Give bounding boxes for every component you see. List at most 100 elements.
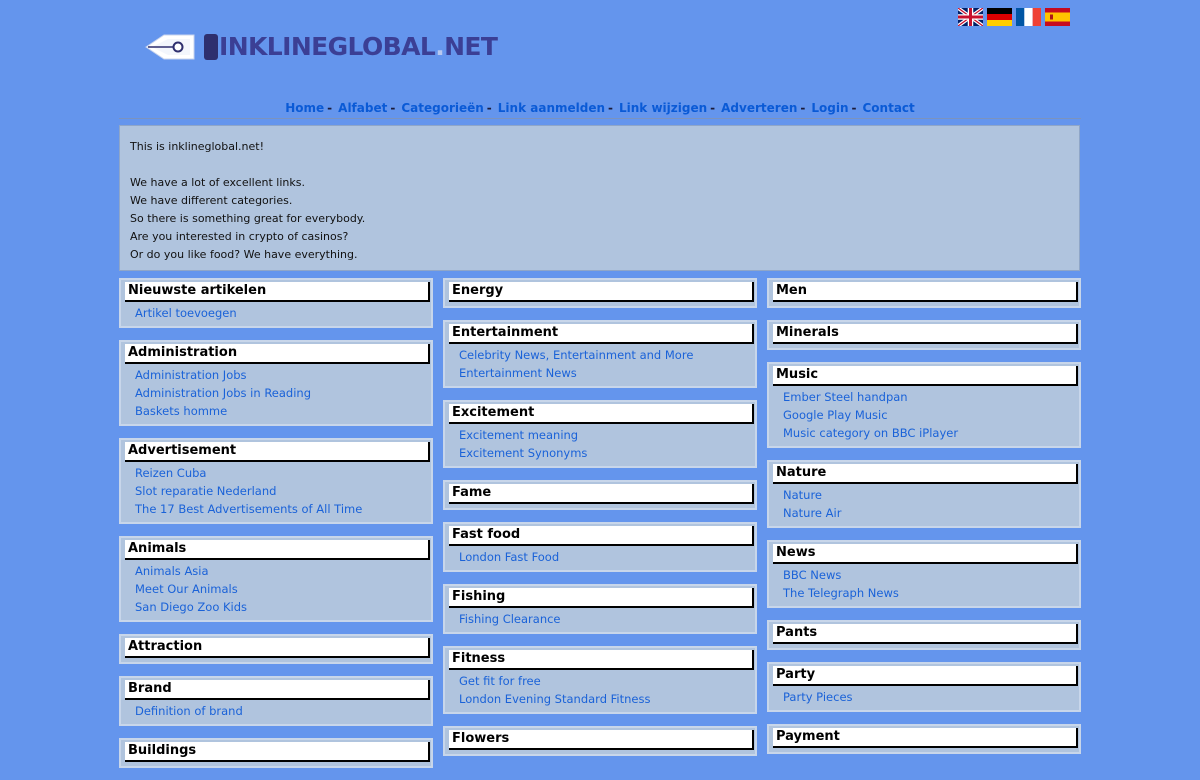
- category-link[interactable]: The 17 Best Advertisements of All Time: [135, 500, 431, 518]
- category-title[interactable]: Fast food: [449, 526, 754, 546]
- german-flag-icon[interactable]: [987, 8, 1012, 26]
- uk-flag-icon[interactable]: [958, 8, 983, 26]
- category-title[interactable]: Animals: [125, 540, 430, 560]
- category-column-1: Nieuwste artikelen Artikel toevoegen Admin…: [119, 278, 433, 780]
- category-link[interactable]: Administration Jobs: [135, 366, 431, 384]
- category-link[interactable]: London Fast Food: [459, 548, 755, 566]
- nav-link-wijzigen[interactable]: Link wijzigen: [619, 101, 707, 115]
- french-flag-icon[interactable]: [1016, 8, 1041, 26]
- category-links: Administration Jobs Administration Jobs i…: [125, 364, 431, 420]
- category-box-nature: Nature Nature Nature Air: [767, 460, 1081, 528]
- category-link[interactable]: Google Play Music: [783, 406, 1079, 424]
- category-links: BBC News The Telegraph News: [773, 564, 1079, 602]
- category-links: Ember Steel handpan Google Play Music Musi…: [773, 386, 1079, 442]
- category-title[interactable]: Excitement: [449, 404, 754, 424]
- category-box-fitness: Fitness Get fit for free London Evening St…: [443, 646, 757, 714]
- category-link[interactable]: Definition of brand: [135, 702, 431, 720]
- category-links: Celebrity News, Entertainment and More En…: [449, 344, 755, 382]
- category-links: Definition of brand: [125, 700, 431, 720]
- nav-alfabet[interactable]: Alfabet: [338, 101, 387, 115]
- category-link[interactable]: Excitement Synonyms: [459, 444, 755, 462]
- category-links: Party Pieces: [773, 686, 1079, 706]
- intro-line: So there is something great for everybod…: [130, 212, 366, 225]
- category-title[interactable]: Fame: [449, 484, 754, 504]
- category-box-advertisement: Advertisement Reizen Cuba Slot reparatie N…: [119, 438, 433, 524]
- category-title[interactable]: Nieuwste artikelen: [125, 282, 430, 302]
- category-box-energy: Energy: [443, 278, 757, 308]
- category-link[interactable]: The Telegraph News: [783, 584, 1079, 602]
- category-link[interactable]: Celebrity News, Entertainment and More: [459, 346, 755, 364]
- category-title[interactable]: Party: [773, 666, 1078, 686]
- nav-adverteren[interactable]: Adverteren: [721, 101, 797, 115]
- category-box-pants: Pants: [767, 620, 1081, 650]
- category-box-entertainment: Entertainment Celebrity News, Entertainme…: [443, 320, 757, 388]
- nav-login[interactable]: Login: [811, 101, 848, 115]
- logo-text: INKLINEGLOBAL.NET: [219, 32, 498, 61]
- category-link[interactable]: Artikel toevoegen: [135, 304, 431, 322]
- category-title[interactable]: Energy: [449, 282, 754, 302]
- category-title[interactable]: Fishing: [449, 588, 754, 608]
- category-link[interactable]: Meet Our Animals: [135, 580, 431, 598]
- logo-bar-icon: [204, 34, 218, 60]
- category-title[interactable]: Men: [773, 282, 1078, 302]
- category-links: Fishing Clearance: [449, 608, 755, 628]
- category-link[interactable]: Nature Air: [783, 504, 1079, 522]
- category-box-brand: Brand Definition of brand: [119, 676, 433, 726]
- intro-line: This is inklineglobal.net!: [130, 140, 265, 153]
- category-title[interactable]: Pants: [773, 624, 1078, 644]
- nav-divider: [119, 118, 1081, 119]
- category-box-news: News BBC News The Telegraph News: [767, 540, 1081, 608]
- category-link[interactable]: Ember Steel handpan: [783, 388, 1079, 406]
- category-box-fame: Fame: [443, 480, 757, 510]
- category-box-administration: Administration Administration Jobs Adminis…: [119, 340, 433, 426]
- category-title[interactable]: Brand: [125, 680, 430, 700]
- category-link[interactable]: Music category on BBC iPlayer: [783, 424, 1079, 442]
- category-links: Excitement meaning Excitement Synonyms: [449, 424, 755, 462]
- category-links: Reizen Cuba Slot reparatie Nederland The 1…: [125, 462, 431, 518]
- category-title[interactable]: News: [773, 544, 1078, 564]
- nav-link-aanmelden[interactable]: Link aanmelden: [498, 101, 605, 115]
- category-link[interactable]: Nature: [783, 486, 1079, 504]
- spanish-flag-icon[interactable]: [1045, 8, 1070, 26]
- category-box-nieuwste-artikelen: Nieuwste artikelen Artikel toevoegen: [119, 278, 433, 328]
- category-link[interactable]: Animals Asia: [135, 562, 431, 580]
- category-title[interactable]: Nature: [773, 464, 1078, 484]
- category-link[interactable]: Slot reparatie Nederland: [135, 482, 431, 500]
- language-flags: [958, 8, 1070, 26]
- category-column-3: Men Minerals Music Ember Steel handpan Googl…: [767, 278, 1081, 766]
- category-title[interactable]: Administration: [125, 344, 430, 364]
- nav-categorieen[interactable]: Categorieën: [401, 101, 483, 115]
- category-title[interactable]: Minerals: [773, 324, 1078, 344]
- intro-line: We have different categories.: [130, 194, 293, 207]
- category-title[interactable]: Advertisement: [125, 442, 430, 462]
- intro-panel: This is inklineglobal.net! We have a lot…: [119, 125, 1080, 271]
- category-link[interactable]: Entertainment News: [459, 364, 755, 382]
- category-links: Artikel toevoegen: [125, 302, 431, 322]
- category-title[interactable]: Attraction: [125, 638, 430, 658]
- category-link[interactable]: BBC News: [783, 566, 1079, 584]
- nav-home[interactable]: Home: [285, 101, 324, 115]
- category-link[interactable]: Administration Jobs in Reading: [135, 384, 431, 402]
- pen-nib-icon: [145, 34, 195, 60]
- category-title[interactable]: Flowers: [449, 730, 754, 750]
- category-box-buildings: Buildings: [119, 738, 433, 768]
- category-link[interactable]: Baskets homme: [135, 402, 431, 420]
- category-title[interactable]: Entertainment: [449, 324, 754, 344]
- category-link[interactable]: Party Pieces: [783, 688, 1079, 706]
- category-box-minerals: Minerals: [767, 320, 1081, 350]
- site-logo[interactable]: INKLINEGLOBAL.NET: [144, 28, 498, 66]
- nav-contact[interactable]: Contact: [862, 101, 914, 115]
- category-title[interactable]: Buildings: [125, 742, 430, 762]
- category-link[interactable]: Excitement meaning: [459, 426, 755, 444]
- category-link[interactable]: Fishing Clearance: [459, 610, 755, 628]
- category-title[interactable]: Fitness: [449, 650, 754, 670]
- category-title[interactable]: Payment: [773, 728, 1078, 748]
- category-box-party: Party Party Pieces: [767, 662, 1081, 712]
- category-title[interactable]: Music: [773, 366, 1078, 386]
- category-link[interactable]: Get fit for free: [459, 672, 755, 690]
- category-link[interactable]: San Diego Zoo Kids: [135, 598, 431, 616]
- category-link[interactable]: Reizen Cuba: [135, 464, 431, 482]
- category-link[interactable]: London Evening Standard Fitness: [459, 690, 755, 708]
- category-box-music: Music Ember Steel handpan Google Play Musi…: [767, 362, 1081, 448]
- intro-line: Or do you like food? We have everything.: [130, 248, 358, 261]
